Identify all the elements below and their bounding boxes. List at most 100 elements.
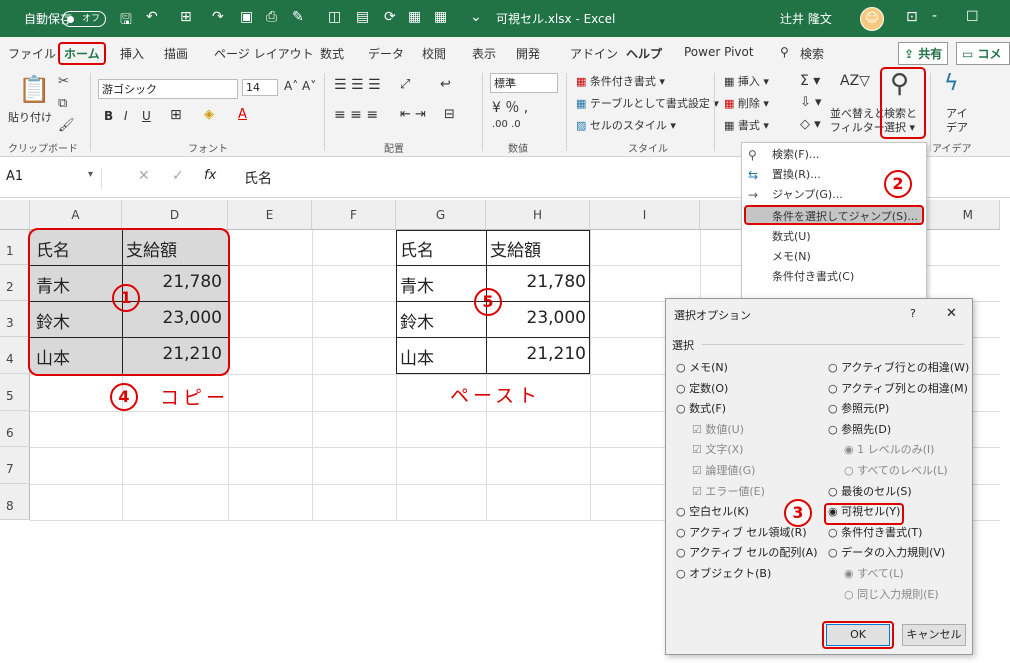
help-button[interactable]: ? xyxy=(910,307,916,320)
insert-cells-button[interactable]: ▦ 挿入 ▾ xyxy=(724,73,769,89)
fx-icon[interactable]: fx xyxy=(204,168,216,183)
redo-icon[interactable]: ↷ xyxy=(212,9,224,25)
cell-d1[interactable]: 支給額 xyxy=(126,236,177,261)
row-header-8[interactable]: 8 xyxy=(0,484,30,520)
cut-icon[interactable]: ✂ xyxy=(58,75,69,88)
grid-icon[interactable]: ▦ xyxy=(434,9,447,25)
fill-icon[interactable]: ⇩ ▾ xyxy=(800,95,822,110)
row-header-3[interactable]: 3 xyxy=(0,301,30,337)
border-icon[interactable]: ⊞ xyxy=(180,9,192,25)
undo-icon[interactable]: ↶ xyxy=(146,9,158,25)
row-header-7[interactable]: 7 xyxy=(0,447,30,484)
comments-button[interactable]: ▭ コメ xyxy=(956,42,1010,65)
format-painter-brush-icon[interactable]: 🖌 xyxy=(58,119,75,132)
cancel-button[interactable]: キャンセル xyxy=(902,624,966,646)
menu-item-find[interactable]: ⚲ 検索(F)... xyxy=(742,145,928,165)
ok-button[interactable]: OK xyxy=(826,624,890,646)
table-icon[interactable]: ▦ xyxy=(408,9,421,25)
radio-right-0[interactable]: ○ アクティブ行との相違(W) xyxy=(828,359,969,375)
tab-formulas[interactable]: 数式 xyxy=(320,45,344,62)
row-header-2[interactable]: 2 xyxy=(0,265,30,301)
row-header-5[interactable]: 5 xyxy=(0,374,30,411)
radio-right-7[interactable]: ◉ 可視セル(Y) xyxy=(828,503,900,519)
tab-page-layout[interactable]: ページ レイアウト xyxy=(214,45,314,62)
cell-a4[interactable]: 山本 xyxy=(36,344,70,369)
cell-g1[interactable]: 氏名 xyxy=(400,236,434,261)
sort-filter-label-2[interactable]: フィルター xyxy=(830,119,885,135)
cell-h2[interactable]: 21,780 xyxy=(490,272,586,292)
minimize-icon[interactable]: - xyxy=(932,8,937,24)
menu-item-conditional-format[interactable]: 条件付き書式(C) xyxy=(742,267,928,287)
column-header-f[interactable]: F xyxy=(312,200,396,230)
fill-color-icon[interactable]: ◈ xyxy=(204,107,214,122)
tab-draw[interactable]: 描画 xyxy=(164,45,188,62)
bold-button[interactable]: B xyxy=(104,109,113,123)
radio-right-8[interactable]: ○ 条件付き書式(T) xyxy=(828,524,922,540)
radio-left-8[interactable]: ○ アクティブ セル領域(R) xyxy=(676,524,807,540)
cell-h3[interactable]: 23,000 xyxy=(490,308,586,328)
radio-right-9[interactable]: ○ データの入力規則(V) xyxy=(828,544,945,560)
tab-view[interactable]: 表示 xyxy=(472,45,496,62)
cell-d4[interactable]: 21,210 xyxy=(126,344,222,364)
copy-icon[interactable]: ⧉ xyxy=(58,97,67,110)
number-format-select[interactable]: 標準 xyxy=(490,73,558,93)
delete-cells-button[interactable]: ▦ 削除 ▾ xyxy=(724,95,769,111)
customize-icon[interactable]: ⌄ xyxy=(470,9,482,25)
currency-percent-icon[interactable]: ¥ ％ , xyxy=(492,97,528,117)
borders-icon[interactable]: ⊞ xyxy=(170,107,182,123)
indent-icon[interactable]: ⇤ ⇥ xyxy=(400,107,426,122)
cell-h4[interactable]: 21,210 xyxy=(490,344,586,364)
tell-me-search[interactable]: 検索 xyxy=(800,45,824,62)
ideas-label-2[interactable]: デア xyxy=(946,119,968,135)
underline-button[interactable]: U xyxy=(142,109,151,123)
autosave-toggle[interactable]: オフ xyxy=(62,11,106,27)
format-as-table-button[interactable]: ▦ テーブルとして書式設定 ▾ xyxy=(576,95,719,111)
italic-button[interactable]: I xyxy=(124,109,128,123)
save-icon[interactable]: 🖫 xyxy=(120,9,132,33)
conditional-format-button[interactable]: ▦ 条件付き書式 ▾ xyxy=(576,73,665,89)
wrap-text-icon[interactable]: ↩ xyxy=(440,77,451,92)
cell-d2[interactable]: 21,780 xyxy=(126,272,222,292)
font-color-icon[interactable]: A xyxy=(238,107,247,122)
row-header-6[interactable]: 6 xyxy=(0,411,30,447)
tab-help[interactable]: ヘルプ xyxy=(626,45,662,62)
radio-right-3[interactable]: ○ 参照先(D) xyxy=(828,421,891,437)
format-cells-button[interactable]: ▦ 書式 ▾ xyxy=(724,117,769,133)
cell-a1[interactable]: 氏名 xyxy=(36,236,70,261)
radio-left-2[interactable]: ○ 数式(F) xyxy=(676,400,726,416)
row-header-4[interactable]: 4 xyxy=(0,337,30,374)
print-preview-icon[interactable]: ▣ xyxy=(240,9,253,25)
search-icon[interactable]: ⚲ xyxy=(780,45,789,59)
cell-h1[interactable]: 支給額 xyxy=(490,236,541,261)
tab-developer[interactable]: 開発 xyxy=(516,45,540,62)
select-all-corner[interactable] xyxy=(0,200,30,230)
column-header-h[interactable]: H xyxy=(486,200,590,230)
format-painter-icon[interactable]: ✎ xyxy=(292,9,304,25)
radio-right-1[interactable]: ○ アクティブ列との相違(M) xyxy=(828,380,968,396)
autosum-icon[interactable]: Σ ▾ xyxy=(800,73,820,89)
decimal-icon[interactable]: .00 .0 xyxy=(492,119,521,130)
print-icon[interactable]: ⎙ xyxy=(266,9,277,25)
cell-g2[interactable]: 青木 xyxy=(400,272,434,297)
merge-icon[interactable]: ⊟ xyxy=(444,107,455,122)
avatar[interactable]: ☺ xyxy=(860,7,884,31)
menu-item-notes[interactable]: メモ(N) xyxy=(742,247,928,267)
radio-right-2[interactable]: ○ 参照元(P) xyxy=(828,400,889,416)
cell-g3[interactable]: 鈴木 xyxy=(400,308,434,333)
column-header-g[interactable]: G xyxy=(396,200,486,230)
row-header-1[interactable]: 1 xyxy=(0,230,30,265)
sync-icon[interactable]: ⟳ xyxy=(384,9,396,25)
close-button[interactable]: ✕ xyxy=(946,306,957,321)
maximize-icon[interactable]: ☐ xyxy=(966,9,979,25)
cell-a2[interactable]: 青木 xyxy=(36,272,70,297)
radio-right-6[interactable]: ○ 最後のセル(S) xyxy=(828,483,912,499)
radio-left-0[interactable]: ○ メモ(N) xyxy=(676,359,728,375)
radio-left-1[interactable]: ○ 定数(O) xyxy=(676,380,728,396)
column-header-a[interactable]: A xyxy=(30,200,122,230)
radio-left-7[interactable]: ○ 空白セル(K) xyxy=(676,503,749,519)
tab-addins[interactable]: アドイン xyxy=(570,45,618,62)
cell-a3[interactable]: 鈴木 xyxy=(36,308,70,333)
column-header-e[interactable]: E xyxy=(228,200,312,230)
camera-icon[interactable]: ◫ xyxy=(328,9,341,25)
menu-item-goto-special[interactable]: 条件を選択してジャンプ(S)... xyxy=(744,205,924,225)
